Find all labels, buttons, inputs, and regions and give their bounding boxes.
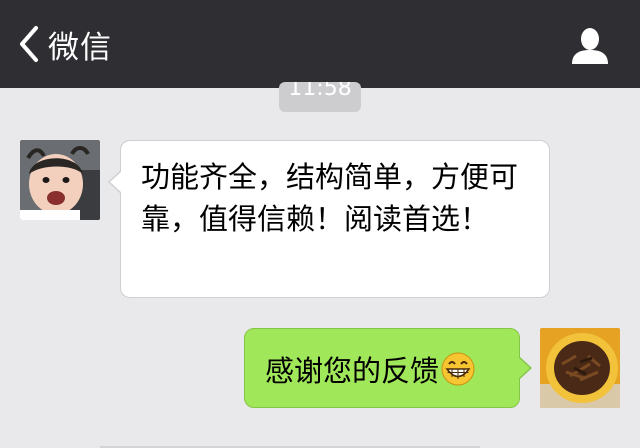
- back-button[interactable]: 微信: [18, 22, 112, 66]
- outgoing-avatar[interactable]: [540, 328, 620, 408]
- food-bowl-avatar-image: [540, 328, 620, 408]
- person-icon: [572, 28, 608, 64]
- timestamp-text: 11:58: [288, 82, 352, 101]
- top-navigation-bar: 微信: [0, 0, 640, 88]
- incoming-message-text: 功能齐全，结构简单，方便可靠，值得信赖！阅读首选！: [141, 160, 519, 236]
- timestamp-chip: 11:58: [279, 82, 361, 112]
- profile-button[interactable]: [570, 26, 610, 66]
- outgoing-message-text: 感谢您的反馈: [265, 354, 440, 388]
- incoming-avatar[interactable]: [20, 140, 100, 220]
- grinning-face-emoji-icon: [441, 352, 475, 386]
- chevron-left-icon: [20, 26, 38, 62]
- incoming-message-bubble[interactable]: 功能齐全，结构简单，方便可靠，值得信赖！阅读首选！: [108, 140, 550, 298]
- back-label: 微信: [48, 29, 112, 66]
- child-avatar-image: [20, 140, 100, 220]
- outgoing-message-bubble[interactable]: 感谢您的反馈: [244, 328, 532, 408]
